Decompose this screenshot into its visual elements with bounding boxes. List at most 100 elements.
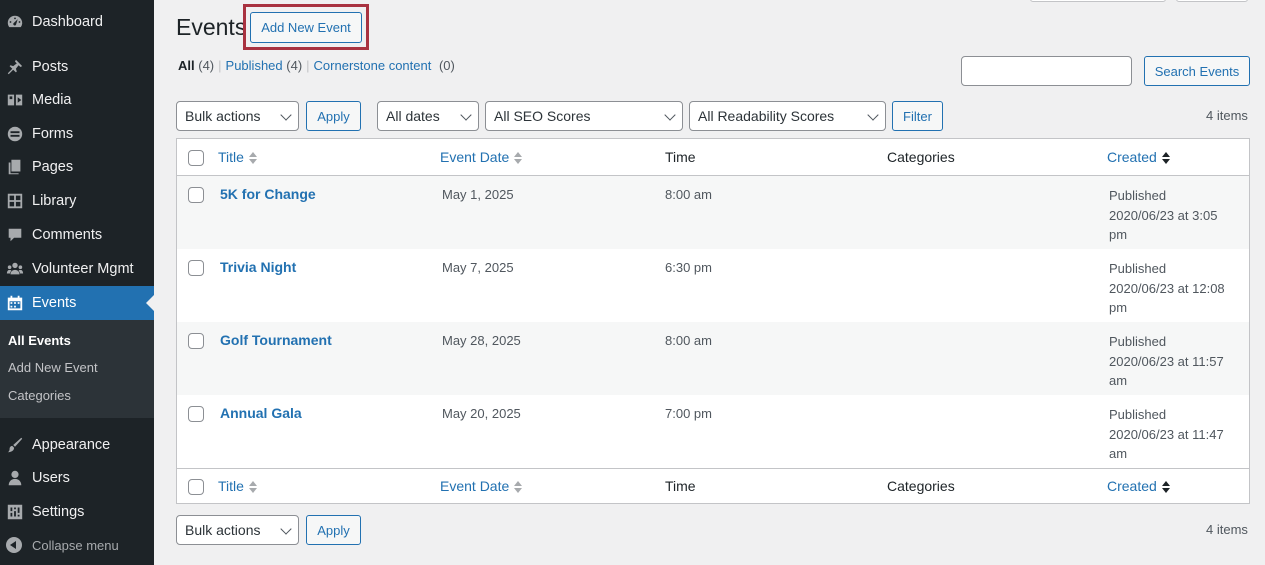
filter-link-all[interactable]: All (4) — [178, 58, 214, 73]
sidebar-item-posts[interactable]: Posts — [0, 50, 154, 84]
sort-icon — [514, 481, 523, 494]
events-submenu: All Events Add New Event Categories — [0, 320, 154, 418]
row-checkbox[interactable] — [188, 406, 204, 422]
bulk-actions-select-bottom[interactable]: Bulk actions — [176, 515, 299, 545]
table-row: Trivia Night May 7, 2025 6:30 pm Publish… — [177, 249, 1249, 322]
column-title-label: Title — [218, 478, 244, 494]
sidebar-item-appearance[interactable]: Appearance — [0, 428, 154, 462]
screen-options-tab[interactable] — [1030, 0, 1166, 2]
seo-filter-select[interactable]: All SEO Scores — [485, 101, 683, 131]
filter-link-cornerstone[interactable]: Cornerstone content (0) — [314, 58, 455, 73]
row-checkbox[interactable] — [188, 333, 204, 349]
column-event-date-footer[interactable]: Event Date — [440, 478, 523, 494]
created-cell: Published 2020/06/23 at 11:57 am — [1109, 332, 1239, 391]
separator: | — [306, 58, 310, 73]
collapse-menu-label: Collapse menu — [32, 537, 119, 553]
dates-filter-select[interactable]: All dates — [377, 101, 479, 131]
pages-icon — [5, 157, 25, 177]
column-event-date-label: Event Date — [440, 478, 510, 494]
sidebar-item-library[interactable]: Library — [0, 184, 154, 218]
sort-icon — [248, 152, 257, 165]
sidebar-item-forms[interactable]: Forms — [0, 117, 154, 151]
forms-icon — [5, 124, 25, 144]
chevron-down-icon — [280, 109, 292, 121]
status-text: Published — [1109, 261, 1167, 276]
submenu-all-events[interactable]: All Events — [8, 333, 71, 348]
event-title-link[interactable]: Trivia Night — [220, 259, 296, 275]
sidebar-item-media[interactable]: Media — [0, 83, 154, 117]
event-title-link[interactable]: 5K for Change — [220, 186, 316, 202]
created-time-suffix: pm — [1109, 227, 1128, 242]
event-title-link[interactable]: Golf Tournament — [220, 332, 332, 348]
created-date: 2020/06/23 at 12:08 — [1109, 280, 1225, 296]
sort-desc-icon — [1161, 481, 1170, 494]
event-date-cell: May 1, 2025 — [442, 187, 514, 202]
column-title-header[interactable]: Title — [218, 149, 257, 165]
collapse-icon — [6, 537, 22, 553]
sidebar-item-label: Users — [32, 470, 70, 486]
column-title-label: Title — [218, 149, 244, 165]
active-menu-arrow — [146, 295, 154, 311]
sidebar-item-label: Dashboard — [32, 14, 103, 30]
time-cell: 7:00 pm — [665, 406, 712, 421]
submenu-categories[interactable]: Categories — [8, 388, 71, 403]
filter-all-label: All — [178, 58, 195, 73]
groups-icon — [5, 259, 25, 279]
event-title-link[interactable]: Annual Gala — [220, 405, 302, 421]
sidebar-item-dashboard[interactable]: Dashboard — [0, 5, 154, 39]
column-created-header[interactable]: Created — [1107, 149, 1170, 165]
sidebar-item-volunteer-mgmt[interactable]: Volunteer Mgmt — [0, 252, 154, 286]
column-created-footer[interactable]: Created — [1107, 478, 1170, 494]
search-events-button[interactable]: Search Events — [1144, 56, 1250, 86]
created-date: 2020/06/23 at 11:47 — [1109, 426, 1224, 442]
select-all-checkbox[interactable] — [188, 150, 204, 166]
time-cell: 8:00 am — [665, 187, 712, 202]
sidebar-item-label: Library — [32, 193, 77, 209]
add-new-event-button[interactable]: Add New Event — [250, 12, 362, 43]
calendar-icon — [5, 293, 25, 313]
sidebar-item-label: Volunteer Mgmt — [32, 261, 134, 277]
sidebar-item-label: Appearance — [32, 437, 111, 453]
select-all-checkbox[interactable] — [188, 479, 204, 495]
created-cell: Published 2020/06/23 at 3:05 pm — [1109, 186, 1239, 245]
apply-button-bottom[interactable]: Apply — [306, 515, 361, 545]
user-icon — [5, 468, 25, 488]
seo-filter-value: All SEO Scores — [494, 108, 591, 124]
sort-icon — [514, 152, 523, 165]
created-time-suffix: pm — [1109, 300, 1128, 315]
table-row: Golf Tournament May 28, 2025 8:00 am Pub… — [177, 322, 1249, 395]
row-checkbox[interactable] — [188, 187, 204, 203]
settings-icon — [5, 502, 25, 522]
collapse-menu-button[interactable]: Collapse menu — [0, 534, 119, 556]
status-text: Published — [1109, 407, 1167, 422]
status-text: Published — [1109, 188, 1167, 203]
column-time-footer: Time — [665, 478, 696, 494]
column-title-footer[interactable]: Title — [218, 478, 257, 494]
sidebar-item-pages[interactable]: Pages — [0, 150, 154, 184]
column-event-date-header[interactable]: Event Date — [440, 149, 523, 165]
sidebar-item-events[interactable]: Events — [0, 286, 154, 320]
bulk-actions-value: Bulk actions — [185, 108, 261, 124]
filter-link-published[interactable]: Published (4) — [226, 58, 303, 73]
page-title: Events — [176, 14, 247, 40]
row-checkbox[interactable] — [188, 260, 204, 276]
apply-button[interactable]: Apply — [306, 101, 361, 131]
sidebar-item-label: Posts — [32, 59, 69, 75]
sidebar-item-settings[interactable]: Settings — [0, 495, 154, 529]
filter-button[interactable]: Filter — [892, 101, 943, 131]
dashboard-icon — [5, 12, 25, 32]
table-footer: Title Event Date Time Categories Created — [177, 468, 1249, 503]
help-tab[interactable] — [1176, 0, 1248, 2]
sidebar-item-users[interactable]: Users — [0, 461, 154, 495]
created-date: 2020/06/23 at 11:57 — [1109, 353, 1224, 369]
submenu-add-new-event[interactable]: Add New Event — [8, 360, 98, 375]
readability-filter-select[interactable]: All Readability Scores — [689, 101, 886, 131]
search-input[interactable] — [961, 56, 1132, 86]
filter-published-label: Published — [225, 58, 283, 73]
sidebar-item-comments[interactable]: Comments — [0, 218, 154, 252]
sidebar-item-label: Events — [32, 295, 77, 311]
sidebar-item-label: Pages — [32, 159, 74, 175]
separator: | — [218, 58, 222, 73]
bulk-actions-select[interactable]: Bulk actions — [176, 101, 299, 131]
filter-cornerstone-count: (0) — [438, 58, 455, 73]
